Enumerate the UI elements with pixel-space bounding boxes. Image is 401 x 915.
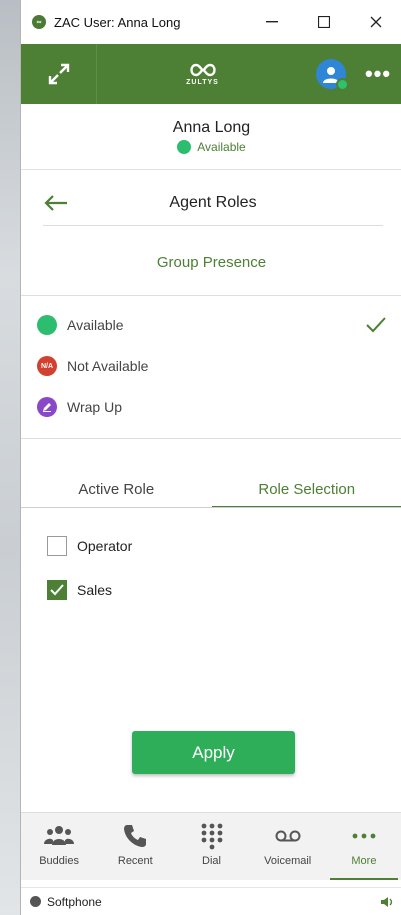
minimize-button[interactable] <box>246 0 298 44</box>
apply-button[interactable]: Apply <box>132 731 295 774</box>
divider <box>21 295 401 296</box>
minimize-icon <box>266 21 278 23</box>
presence-option-wrap-up[interactable]: Wrap Up <box>37 395 387 419</box>
back-button[interactable] <box>43 188 73 218</box>
tab-role-selection[interactable]: Role Selection <box>211 476 401 508</box>
speaker-icon[interactable] <box>380 896 394 908</box>
role-label: Operator <box>77 538 133 554</box>
more-dots-icon <box>352 833 376 839</box>
logo-text: ZULTYS <box>186 79 219 86</box>
presence-option-available[interactable]: Available <box>37 313 387 337</box>
page-header: Agent Roles <box>43 180 383 226</box>
nav-recent[interactable]: Recent <box>97 813 173 880</box>
phone-icon <box>124 825 147 847</box>
presence-option-not-available[interactable]: N/A Not Available <box>37 354 387 378</box>
sales-checkbox[interactable] <box>47 580 67 600</box>
maximize-button[interactable] <box>298 0 350 44</box>
tabs-divider <box>21 507 401 508</box>
softphone-label: Softphone <box>47 894 102 909</box>
checkmark-icon <box>50 584 64 596</box>
softphone-status-icon <box>30 896 41 907</box>
app-header: ZULTYS ••• <box>21 44 401 104</box>
voicemail-icon <box>275 830 301 842</box>
zultys-logo-icon <box>189 63 216 77</box>
header-more-button[interactable]: ••• <box>354 44 401 104</box>
role-tabs: Active Role Role Selection <box>21 476 401 508</box>
arrow-left-icon <box>44 194 67 211</box>
role-label: Sales <box>77 582 113 598</box>
checkmark-icon <box>366 317 386 333</box>
dialpad-icon <box>201 823 222 850</box>
nav-buddies[interactable]: Buddies <box>21 813 97 880</box>
presence-label: Not Available <box>67 358 149 374</box>
window-title: ZAC User: Anna Long <box>54 14 181 30</box>
title-bar: ∞ ZAC User: Anna Long <box>21 0 401 44</box>
na-badge-icon: N/A <box>37 356 57 376</box>
maximize-icon <box>318 16 330 28</box>
close-icon <box>370 16 382 28</box>
nav-dial[interactable]: Dial <box>173 813 249 880</box>
nav-more[interactable]: More <box>326 813 401 880</box>
zultys-logo: ZULTYS <box>97 62 308 86</box>
presence-label: Wrap Up <box>67 399 122 415</box>
user-header: Anna Long Available <box>21 104 401 170</box>
avatar-button[interactable] <box>308 44 354 104</box>
nav-voicemail[interactable]: Voicemail <box>250 813 326 880</box>
presence-label: Available <box>67 317 124 333</box>
app-logo-icon: ∞ <box>32 15 46 29</box>
nav-label: Voicemail <box>264 855 312 867</box>
avatar <box>316 59 349 91</box>
pencil-icon <box>37 397 57 417</box>
nav-label: More <box>351 855 377 867</box>
role-option-operator[interactable]: Operator <box>47 534 132 558</box>
role-option-sales[interactable]: Sales <box>47 578 112 602</box>
status-bar: Softphone <box>21 887 401 915</box>
user-status: Available <box>177 140 246 154</box>
status-dot-icon <box>177 140 192 154</box>
buddies-icon <box>44 826 75 845</box>
divider <box>21 438 401 439</box>
expand-button[interactable] <box>21 44 97 104</box>
user-status-label: Available <box>197 140 246 154</box>
green-dot-icon <box>37 315 57 335</box>
avatar-status-dot <box>336 78 349 91</box>
nav-label: Dial <box>202 855 221 867</box>
page-title: Agent Roles <box>169 193 257 211</box>
bottom-navigation: Buddies Recent Dial Voicemail More <box>21 812 401 880</box>
app-window: ∞ ZAC User: Anna Long ZULTYS ••• Anna Lo… <box>20 0 401 915</box>
tab-active-role[interactable]: Active Role <box>21 476 212 508</box>
group-presence-title: Group Presence <box>156 254 267 271</box>
nav-label: Buddies <box>39 855 79 867</box>
operator-checkbox[interactable] <box>47 536 67 556</box>
expand-icon <box>48 63 69 85</box>
desktop-background <box>0 0 20 915</box>
nav-label: Recent <box>117 855 153 867</box>
user-name: Anna Long <box>172 119 251 136</box>
close-button[interactable] <box>350 0 401 44</box>
